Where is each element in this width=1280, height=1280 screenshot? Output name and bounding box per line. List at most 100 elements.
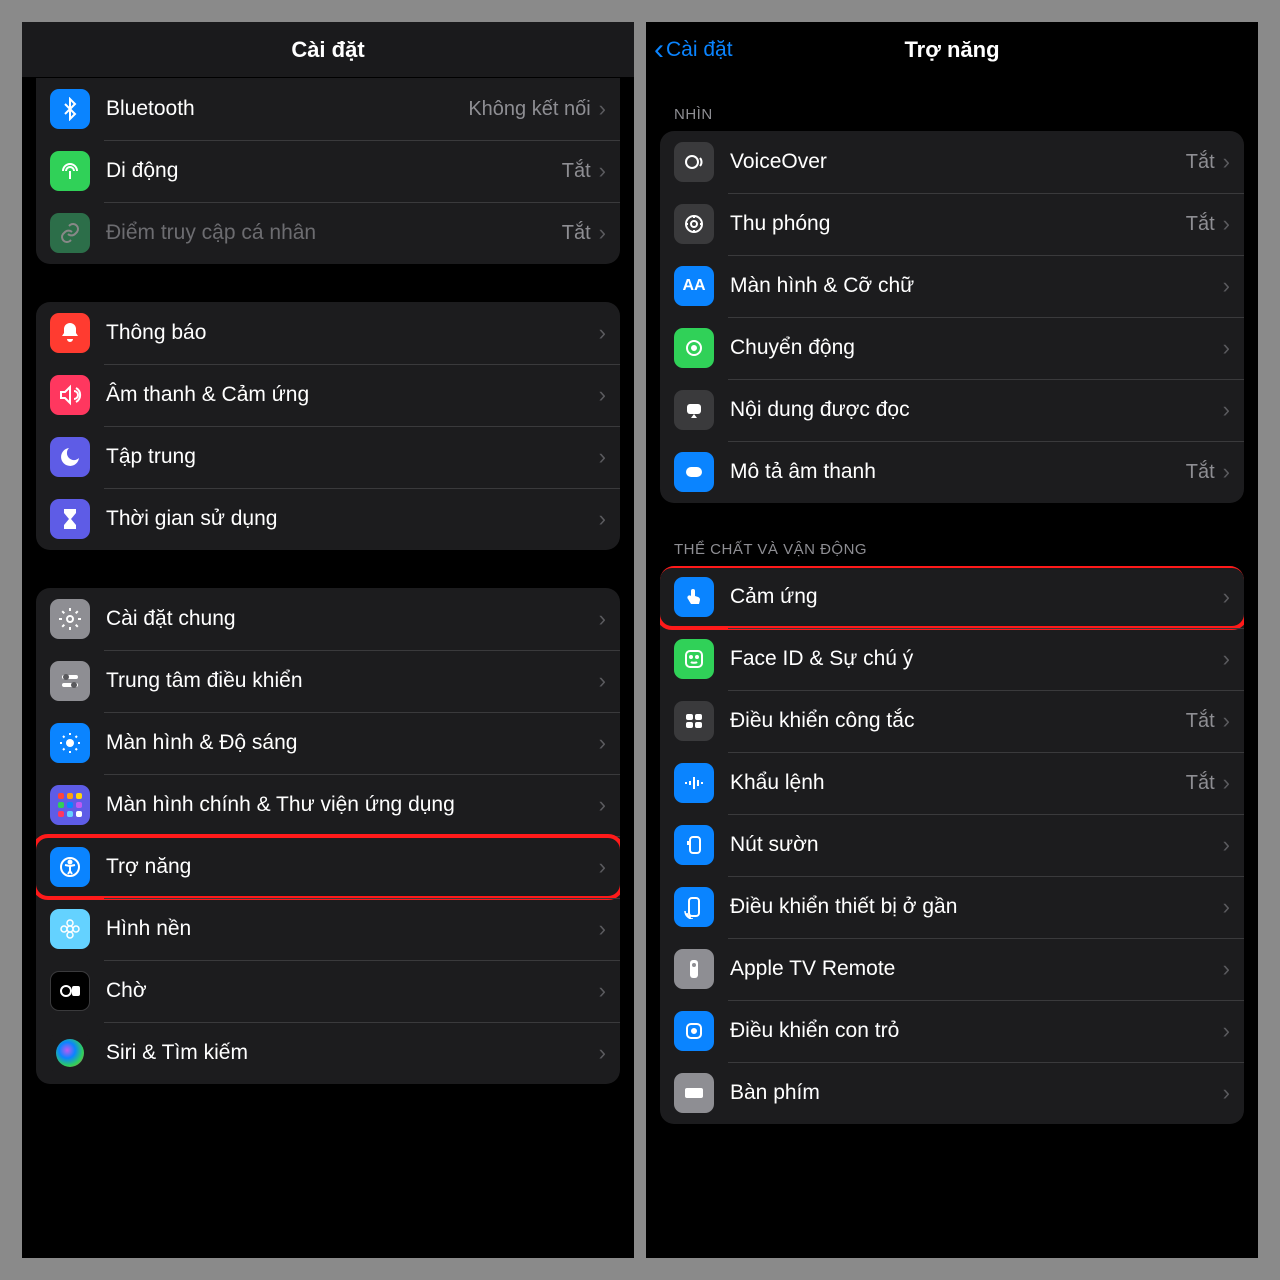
row-spoken[interactable]: Nội dung được đọc › bbox=[660, 379, 1244, 441]
chevron-right-icon: › bbox=[1223, 1018, 1230, 1044]
nearby-icon bbox=[674, 887, 714, 927]
row-audiodesc[interactable]: Mô tả âm thanh Tắt › bbox=[660, 441, 1244, 503]
row-wallpaper[interactable]: Hình nền › bbox=[36, 898, 620, 960]
row-label: Di động bbox=[106, 158, 562, 184]
row-label: Điều khiển con trỏ bbox=[730, 1018, 1223, 1044]
chevron-right-icon: › bbox=[599, 1040, 606, 1066]
chevron-right-icon: › bbox=[599, 220, 606, 246]
row-label: Thời gian sử dụng bbox=[106, 506, 599, 532]
row-faceid[interactable]: Face ID & Sự chú ý › bbox=[660, 628, 1244, 690]
row-voiceover[interactable]: VoiceOver Tắt › bbox=[660, 131, 1244, 193]
back-button[interactable]: ‹ Cài đặt bbox=[654, 35, 733, 65]
moon-icon bbox=[50, 437, 90, 477]
navbar: ‹ Cài đặt Trợ năng bbox=[646, 22, 1258, 78]
row-focus[interactable]: Tập trung › bbox=[36, 426, 620, 488]
row-siri[interactable]: Siri & Tìm kiếm › bbox=[36, 1022, 620, 1084]
row-display[interactable]: Màn hình & Độ sáng › bbox=[36, 712, 620, 774]
motion-icon bbox=[674, 328, 714, 368]
chevron-left-icon: ‹ bbox=[654, 35, 664, 65]
row-label: Chuyển động bbox=[730, 335, 1223, 361]
row-controlcenter[interactable]: Trung tâm điều khiển › bbox=[36, 650, 620, 712]
row-label: Trung tâm điều khiển bbox=[106, 668, 599, 694]
row-label: Nội dung được đọc bbox=[730, 397, 1223, 423]
chevron-right-icon: › bbox=[1223, 1080, 1230, 1106]
row-voicecontrol[interactable]: Khẩu lệnh Tắt › bbox=[660, 752, 1244, 814]
row-label: Thông báo bbox=[106, 320, 599, 346]
row-status: Tắt bbox=[1186, 772, 1215, 795]
chevron-right-icon: › bbox=[599, 506, 606, 532]
row-nearby[interactable]: Điều khiển thiết bị ở gần › bbox=[660, 876, 1244, 938]
row-general[interactable]: Cài đặt chung › bbox=[36, 588, 620, 650]
chevron-right-icon: › bbox=[1223, 459, 1230, 485]
row-homescreen[interactable]: Màn hình chính & Thư viện ứng dụng › bbox=[36, 774, 620, 836]
group-general: Cài đặt chung › Trung tâm điều khiển › M… bbox=[36, 588, 620, 1084]
row-standby[interactable]: Chờ › bbox=[36, 960, 620, 1022]
touch-icon bbox=[674, 577, 714, 617]
siri-icon bbox=[50, 1033, 90, 1073]
chevron-right-icon: › bbox=[1223, 770, 1230, 796]
row-status: Tắt bbox=[1186, 710, 1215, 733]
row-screentime[interactable]: Thời gian sử dụng › bbox=[36, 488, 620, 550]
row-status: Tắt bbox=[1186, 213, 1215, 236]
chevron-right-icon: › bbox=[1223, 584, 1230, 610]
group-physical: Cảm ứng › Face ID & Sự chú ý › Điều khiể… bbox=[660, 566, 1244, 1124]
accessibility-icon bbox=[50, 847, 90, 887]
row-label: Chờ bbox=[106, 978, 599, 1004]
chevron-right-icon: › bbox=[599, 916, 606, 942]
chevron-right-icon: › bbox=[1223, 149, 1230, 175]
clock-icon bbox=[50, 971, 90, 1011]
row-pointer[interactable]: Điều khiển con trỏ › bbox=[660, 1000, 1244, 1062]
row-status: Tắt bbox=[1186, 151, 1215, 174]
row-touch[interactable]: Cảm ứng › bbox=[660, 566, 1244, 628]
row-notifications[interactable]: Thông báo › bbox=[36, 302, 620, 364]
row-label: Điều khiển thiết bị ở gần bbox=[730, 894, 1223, 920]
chevron-right-icon: › bbox=[1223, 335, 1230, 361]
row-label: Hình nền bbox=[106, 916, 599, 942]
chevron-right-icon: › bbox=[599, 320, 606, 346]
row-textsize[interactable]: AA Màn hình & Cỡ chữ › bbox=[660, 255, 1244, 317]
chevron-right-icon: › bbox=[599, 978, 606, 1004]
navbar: Cài đặt bbox=[22, 22, 634, 78]
settings-content[interactable]: Bluetooth Không kết nối › Di động Tắt › … bbox=[22, 78, 634, 1258]
accessibility-content[interactable]: NHÌN VoiceOver Tắt › Thu phóng Tắt › AA bbox=[646, 78, 1258, 1258]
row-keyboard[interactable]: Bàn phím › bbox=[660, 1062, 1244, 1124]
antenna-icon bbox=[50, 151, 90, 191]
row-label: Trợ năng bbox=[106, 854, 599, 880]
row-cellular[interactable]: Di động Tắt › bbox=[36, 140, 620, 202]
row-appletv[interactable]: Apple TV Remote › bbox=[660, 938, 1244, 1000]
chevron-right-icon: › bbox=[1223, 708, 1230, 734]
speech-icon bbox=[674, 390, 714, 430]
chevron-right-icon: › bbox=[599, 96, 606, 122]
chevron-right-icon: › bbox=[599, 158, 606, 184]
sidebutton-icon bbox=[674, 825, 714, 865]
settings-screen: Cài đặt Bluetooth Không kết nối › Di độn… bbox=[22, 22, 634, 1258]
row-label: Tập trung bbox=[106, 444, 599, 470]
row-sidebutton[interactable]: Nút sườn › bbox=[660, 814, 1244, 876]
sliders-icon bbox=[50, 661, 90, 701]
keyboard-icon bbox=[674, 1073, 714, 1113]
row-label: Siri & Tìm kiếm bbox=[106, 1040, 599, 1066]
row-label: Màn hình & Độ sáng bbox=[106, 730, 599, 756]
sun-icon bbox=[50, 723, 90, 763]
row-zoom[interactable]: Thu phóng Tắt › bbox=[660, 193, 1244, 255]
back-label: Cài đặt bbox=[666, 38, 733, 62]
row-label: VoiceOver bbox=[730, 149, 1186, 175]
chevron-right-icon: › bbox=[1223, 956, 1230, 982]
apps-grid-icon bbox=[50, 785, 90, 825]
row-label: Màn hình chính & Thư viện ứng dụng bbox=[106, 792, 599, 818]
chevron-right-icon: › bbox=[599, 730, 606, 756]
row-label: Cảm ứng bbox=[730, 584, 1223, 610]
row-label: Màn hình & Cỡ chữ bbox=[730, 273, 1223, 299]
row-sounds[interactable]: Âm thanh & Cảm ứng › bbox=[36, 364, 620, 426]
row-label: Thu phóng bbox=[730, 211, 1186, 237]
row-label: Face ID & Sự chú ý bbox=[730, 646, 1223, 672]
row-bluetooth[interactable]: Bluetooth Không kết nối › bbox=[36, 78, 620, 140]
row-switchcontrol[interactable]: Điều khiển công tắc Tắt › bbox=[660, 690, 1244, 752]
row-hotspot[interactable]: Điểm truy cập cá nhân Tắt › bbox=[36, 202, 620, 264]
chevron-right-icon: › bbox=[1223, 894, 1230, 920]
row-motion[interactable]: Chuyển động › bbox=[660, 317, 1244, 379]
chevron-right-icon: › bbox=[599, 668, 606, 694]
zoom-icon bbox=[674, 204, 714, 244]
row-accessibility[interactable]: Trợ năng › bbox=[36, 836, 620, 898]
chevron-right-icon: › bbox=[599, 854, 606, 880]
